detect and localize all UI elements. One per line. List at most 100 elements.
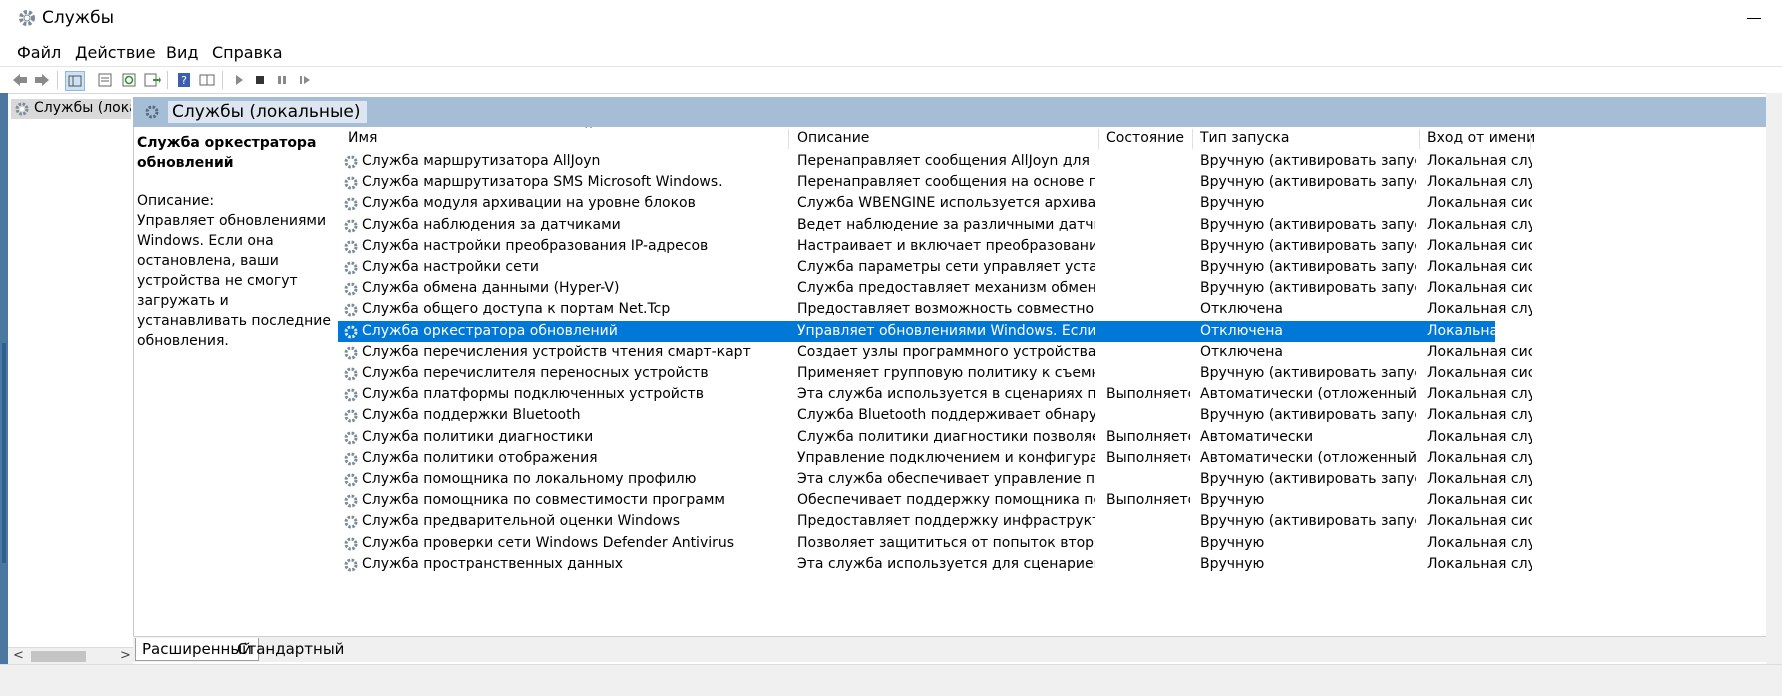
console-tree-icon[interactable] [65,71,85,91]
tab-standard[interactable]: Стандартный [231,638,350,660]
gear-icon [15,102,29,116]
service-log-on-cell: Локальная слу... [1427,534,1532,551]
service-log-on-cell: Локальная слу... [1427,555,1532,572]
service-log-on-cell: Локальная сис... [1427,195,1532,212]
table-row[interactable]: Служба проверки сети Windows Defender An… [338,533,1782,554]
table-row[interactable]: Служба маршрутизатора AllJoyn Перенаправл… [338,151,1782,172]
tree-horizontal-scrollbar[interactable]: < > [8,647,133,665]
show-hide-action-pane-icon[interactable] [198,71,216,89]
service-startup-type-cell: Вручную [1200,534,1265,551]
service-log-on-cell: Локальная сис... [1427,237,1532,254]
service-log-on-cell: Локальная сис... [1427,322,1532,339]
properties-icon[interactable] [96,71,114,89]
table-row[interactable]: Служба предварительной оценки Windows Пре… [338,511,1782,532]
service-startup-type-cell: Отключена [1200,322,1283,339]
toolbar: ? [0,67,1782,94]
menu-view[interactable]: Вид [166,43,198,62]
service-name-cell: Служба настройки сети [362,259,539,275]
table-row[interactable]: Служба платформы подключенных устройств Э… [338,384,1782,405]
svg-text:?: ? [181,74,187,87]
pause-icon[interactable] [273,71,291,89]
table-row[interactable]: Служба помощника по локальному профилю Эт… [338,469,1782,490]
column-header-status[interactable]: Состояние [1106,130,1184,146]
gear-icon [344,219,358,233]
table-row[interactable]: Служба модуля архивации на уровне блоков… [338,193,1782,214]
table-row[interactable]: Служба настройки сети Служба параметры се… [338,257,1782,278]
scroll-left-arrow-icon[interactable]: < [13,648,24,663]
gear-icon [344,346,358,360]
table-row[interactable]: Служба перечисления устройств чтения сма… [338,342,1782,363]
table-row[interactable]: Служба поддержки Bluetooth Служба Bluetoo… [338,405,1782,426]
column-separator[interactable] [1192,129,1193,149]
service-name-cell: Служба маршрутизатора SMS Microsoft Wind… [362,174,723,191]
service-startup-type-cell: Вручную [1200,195,1265,212]
service-log-on-cell: Локальная слу... [1427,428,1532,445]
service-name-cell: Служба настройки преобразования IP-адрес… [362,237,709,254]
refresh-icon[interactable] [120,71,138,89]
tree-item-services-local[interactable]: Службы (лока [11,99,131,119]
table-row[interactable]: Служба политики диагностики Служба полити… [338,427,1782,448]
service-startup-type-cell: Вручную (активировать запуск) [1200,280,1416,297]
service-name-cell: Служба пространственных данных [362,555,624,572]
service-description-cell: Служба предоставляет механизм обмена дан… [797,280,1095,297]
service-startup-type-cell: Вручную [1200,492,1265,509]
table-row[interactable]: Служба политики отображения Управление по… [338,448,1782,469]
forward-arrow-icon[interactable] [33,71,51,89]
title-bar: Службы [0,0,1782,38]
gear-icon [344,473,358,487]
menu-bar: Файл Действие Вид Справка [0,38,1782,67]
service-description-panel: Служба оркестратора обновлений Описание:… [137,133,337,351]
column-header-startup-type[interactable]: Тип запуска [1200,130,1289,146]
table-row[interactable]: Служба оркестратора обновлений Управляет … [338,320,1532,342]
service-startup-type-cell: Автоматически [1200,428,1314,445]
service-description-cell: Обеспечивает поддержку помощника по совм… [797,492,1095,509]
service-description-cell: Предоставляет возможность совместного ис… [797,301,1095,318]
service-name-cell: Служба перечисления устройств чтения сма… [362,343,751,360]
gear-icon [344,431,358,445]
gear-icon [19,10,35,26]
restart-icon[interactable] [296,71,314,89]
scrollbar-thumb[interactable] [31,651,86,662]
minimize-button[interactable] [1745,5,1765,31]
menu-action[interactable]: Действие [75,43,156,62]
table-row[interactable]: Служба настройки преобразования IP-адрес… [338,236,1782,257]
gear-icon [344,515,358,529]
service-startup-type-cell: Вручную (активировать запуск) [1200,153,1416,169]
column-header-log-on-as[interactable]: Вход от имени [1427,130,1535,146]
back-arrow-icon[interactable] [11,71,29,89]
column-separator[interactable] [1098,129,1099,149]
column-header-description[interactable]: Описание [797,130,869,146]
table-row[interactable]: Служба пространственных данных Эта служба… [338,554,1782,575]
export-list-icon[interactable] [143,71,161,89]
vertical-scrollbar[interactable] [1766,93,1782,664]
services-list: ^ Имя Описание Состояние Тип запуска Вхо… [338,127,1782,636]
scroll-right-arrow-icon[interactable]: > [120,648,131,663]
table-row[interactable]: Служба маршрутизатора SMS Microsoft Wind… [338,172,1782,193]
table-row[interactable]: Служба общего доступа к портам Net.Tcp Пр… [338,299,1782,320]
service-startup-type-cell: Вручную (активировать запуск) [1200,174,1416,191]
table-row[interactable]: Служба обмена данными (Hyper-V) Служба пр… [338,278,1782,299]
column-separator[interactable] [1530,129,1531,149]
table-row[interactable]: Служба наблюдения за датчиками Ведет набл… [338,215,1782,236]
column-separator[interactable] [788,129,789,149]
service-description-cell: Перенаправляет сообщения на основе прави… [797,174,1095,191]
gear-icon [344,176,358,190]
service-startup-type-cell: Вручную (активировать запуск) [1200,471,1416,487]
service-description-cell: Эта служба используется для сценариев пр… [797,555,1095,572]
menu-file[interactable]: Файл [17,43,61,62]
table-row[interactable]: Служба помощника по совместимости програ… [338,490,1782,511]
console-tree: Службы (лока [8,97,134,647]
table-row[interactable]: Служба перечислителя переносных устройст… [338,363,1782,384]
help-icon[interactable]: ? [175,71,193,89]
service-description-cell: Предоставляет поддержку инфраструктуры д… [797,513,1095,530]
pane-title: Службы (локальные) [168,101,367,123]
menu-help[interactable]: Справка [212,43,283,62]
service-startup-type-cell: Вручную (активировать запуск) [1200,237,1416,254]
gear-icon [344,240,358,254]
service-status-cell: Выполняется [1106,449,1190,466]
play-icon[interactable] [230,71,248,89]
gear-icon [145,105,159,119]
stop-icon[interactable] [251,71,269,89]
column-separator[interactable] [1419,129,1420,149]
column-header-name[interactable]: Имя [348,130,377,146]
